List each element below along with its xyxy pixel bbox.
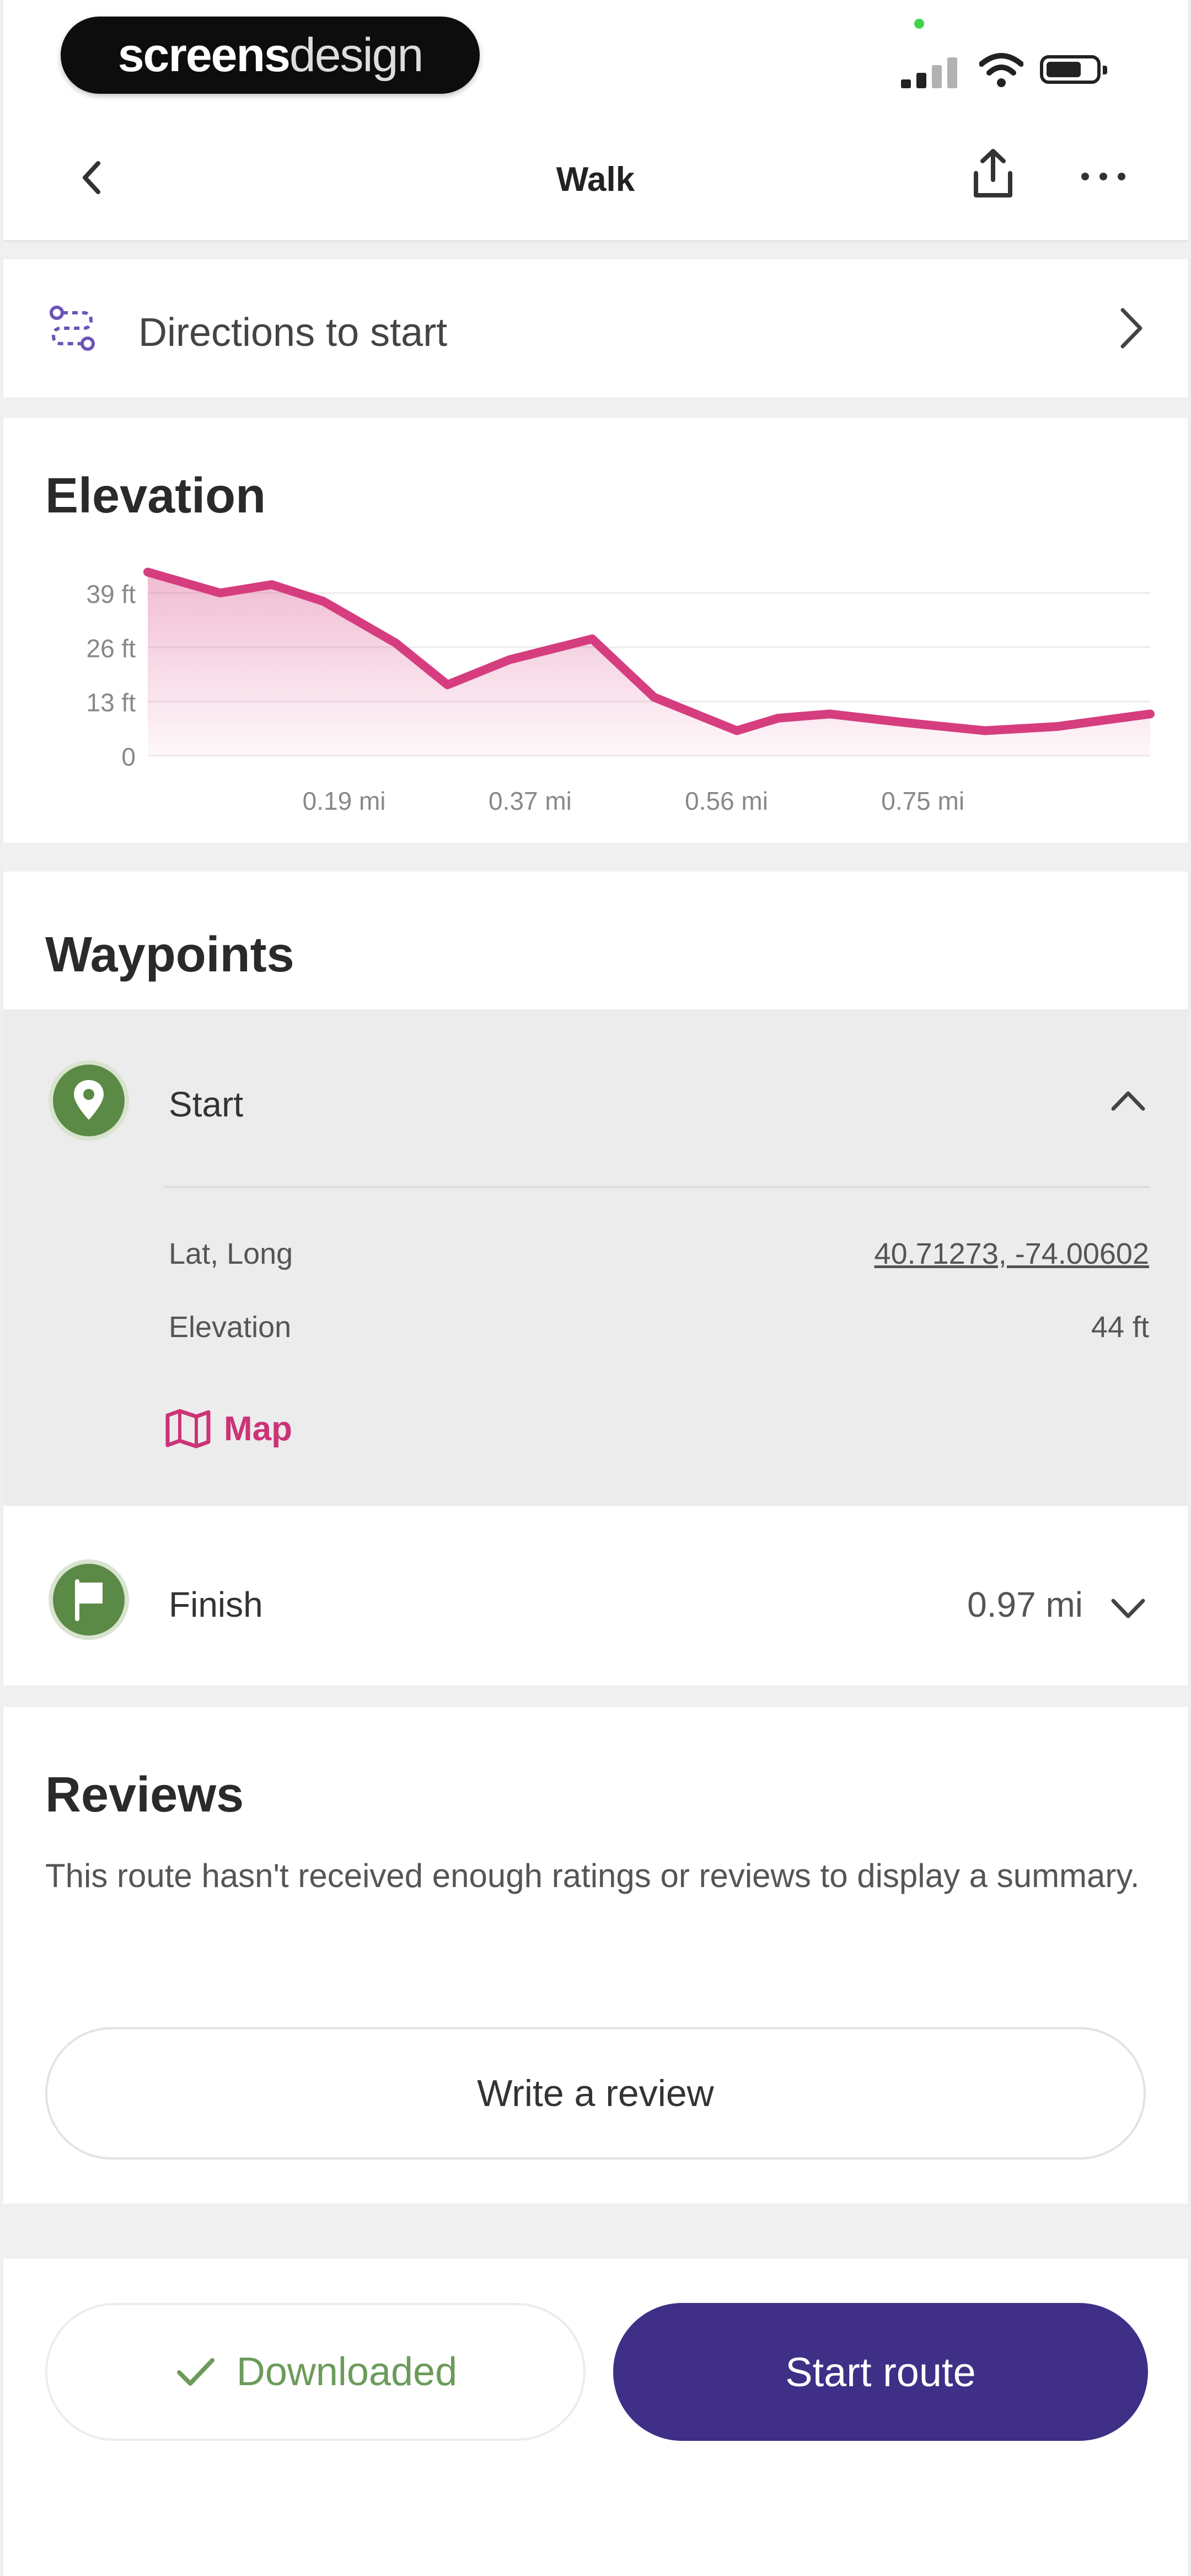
- x-tick-label: 0.37 mi: [489, 787, 572, 815]
- finish-badge: [53, 1564, 125, 1636]
- elevation-chart: 39 ft 26 ft 13 ft 0 0.19 mi 0.37 mi 0.56 mi 0.7…: [86, 568, 1155, 815]
- route-icon: [50, 306, 95, 351]
- directions-label: Directions to start: [138, 311, 448, 355]
- x-tick-label: 0.56 mi: [685, 787, 768, 815]
- reviews-title: Reviews: [45, 1767, 244, 1823]
- chevron-right-icon: [1120, 308, 1142, 349]
- lat-long-label: Lat, Long: [169, 1237, 293, 1270]
- elevation-section: Elevation 39 ft 26 ft 13 ft 0 0.19 mi 0.37 mi…: [3, 418, 1188, 843]
- x-tick-label: 0.75 mi: [881, 787, 964, 815]
- map-label: Map: [224, 1409, 292, 1448]
- chevron-up-icon[interactable]: [1103, 1081, 1153, 1120]
- downloaded-label: Downloaded: [236, 2350, 458, 2394]
- flag-icon: [75, 1579, 103, 1621]
- bottom-action-bar: Downloaded Start route: [3, 2259, 1188, 2576]
- divider: [163, 1186, 1149, 1188]
- more-options-icon[interactable]: [1073, 160, 1134, 193]
- elevation-value: 44 ft: [1091, 1311, 1149, 1344]
- waypoint-finish-row[interactable]: Finish 0.97 mi: [3, 1511, 1188, 1682]
- share-icon[interactable]: [963, 143, 1023, 204]
- directions-to-start-row[interactable]: Directions to start: [3, 259, 1188, 397]
- downloaded-button[interactable]: Downloaded: [45, 2303, 586, 2441]
- x-tick-label: 0.19 mi: [303, 787, 386, 815]
- checkmark-icon: [176, 2358, 214, 2386]
- signal-icon: [901, 55, 962, 88]
- finish-label: Finish: [169, 1585, 263, 1624]
- reviews-empty-message: This route hasn't received enough rating…: [45, 1857, 1140, 1894]
- waypoints-section: Waypoints Start Lat, Long 40.71273, -74.…: [3, 872, 1188, 1685]
- y-tick-label: 26 ft: [86, 634, 136, 662]
- chevron-down-icon[interactable]: [1103, 1589, 1153, 1627]
- brand-logo: screensdesign: [61, 17, 480, 94]
- privacy-indicator-dot: [914, 19, 924, 29]
- y-tick-label: 13 ft: [86, 688, 136, 717]
- write-review-button[interactable]: Write a review: [45, 2027, 1146, 2160]
- brand-light: design: [289, 28, 423, 82]
- status-bar: screensdesign: [3, 0, 1188, 121]
- start-route-button[interactable]: Start route: [613, 2303, 1148, 2441]
- reviews-section: Reviews This route hasn't received enoug…: [3, 1707, 1188, 2204]
- y-tick-label: 0: [121, 742, 136, 771]
- brand-bold: screens: [117, 28, 291, 82]
- app-screen: screensdesign Walk Directions to start E…: [3, 0, 1188, 2576]
- start-badge: [53, 1065, 125, 1136]
- map-icon: [165, 1409, 211, 1449]
- nav-bar: Walk: [3, 121, 1188, 242]
- wifi-icon: [979, 53, 1023, 87]
- y-tick-label: 39 ft: [86, 580, 136, 608]
- map-link[interactable]: Map: [163, 1407, 292, 1451]
- lat-long-value[interactable]: 40.71273, -74.00602: [875, 1237, 1149, 1271]
- finish-distance: 0.97 mi: [967, 1585, 1083, 1624]
- waypoint-start-expanded[interactable]: Start Lat, Long 40.71273, -74.00602 Elev…: [3, 1009, 1188, 1506]
- elevation-label: Elevation: [169, 1311, 292, 1344]
- location-pin-icon: [74, 1080, 104, 1120]
- waypoints-title: Waypoints: [45, 927, 294, 982]
- battery-icon: [1040, 55, 1107, 84]
- start-label: Start: [169, 1084, 244, 1124]
